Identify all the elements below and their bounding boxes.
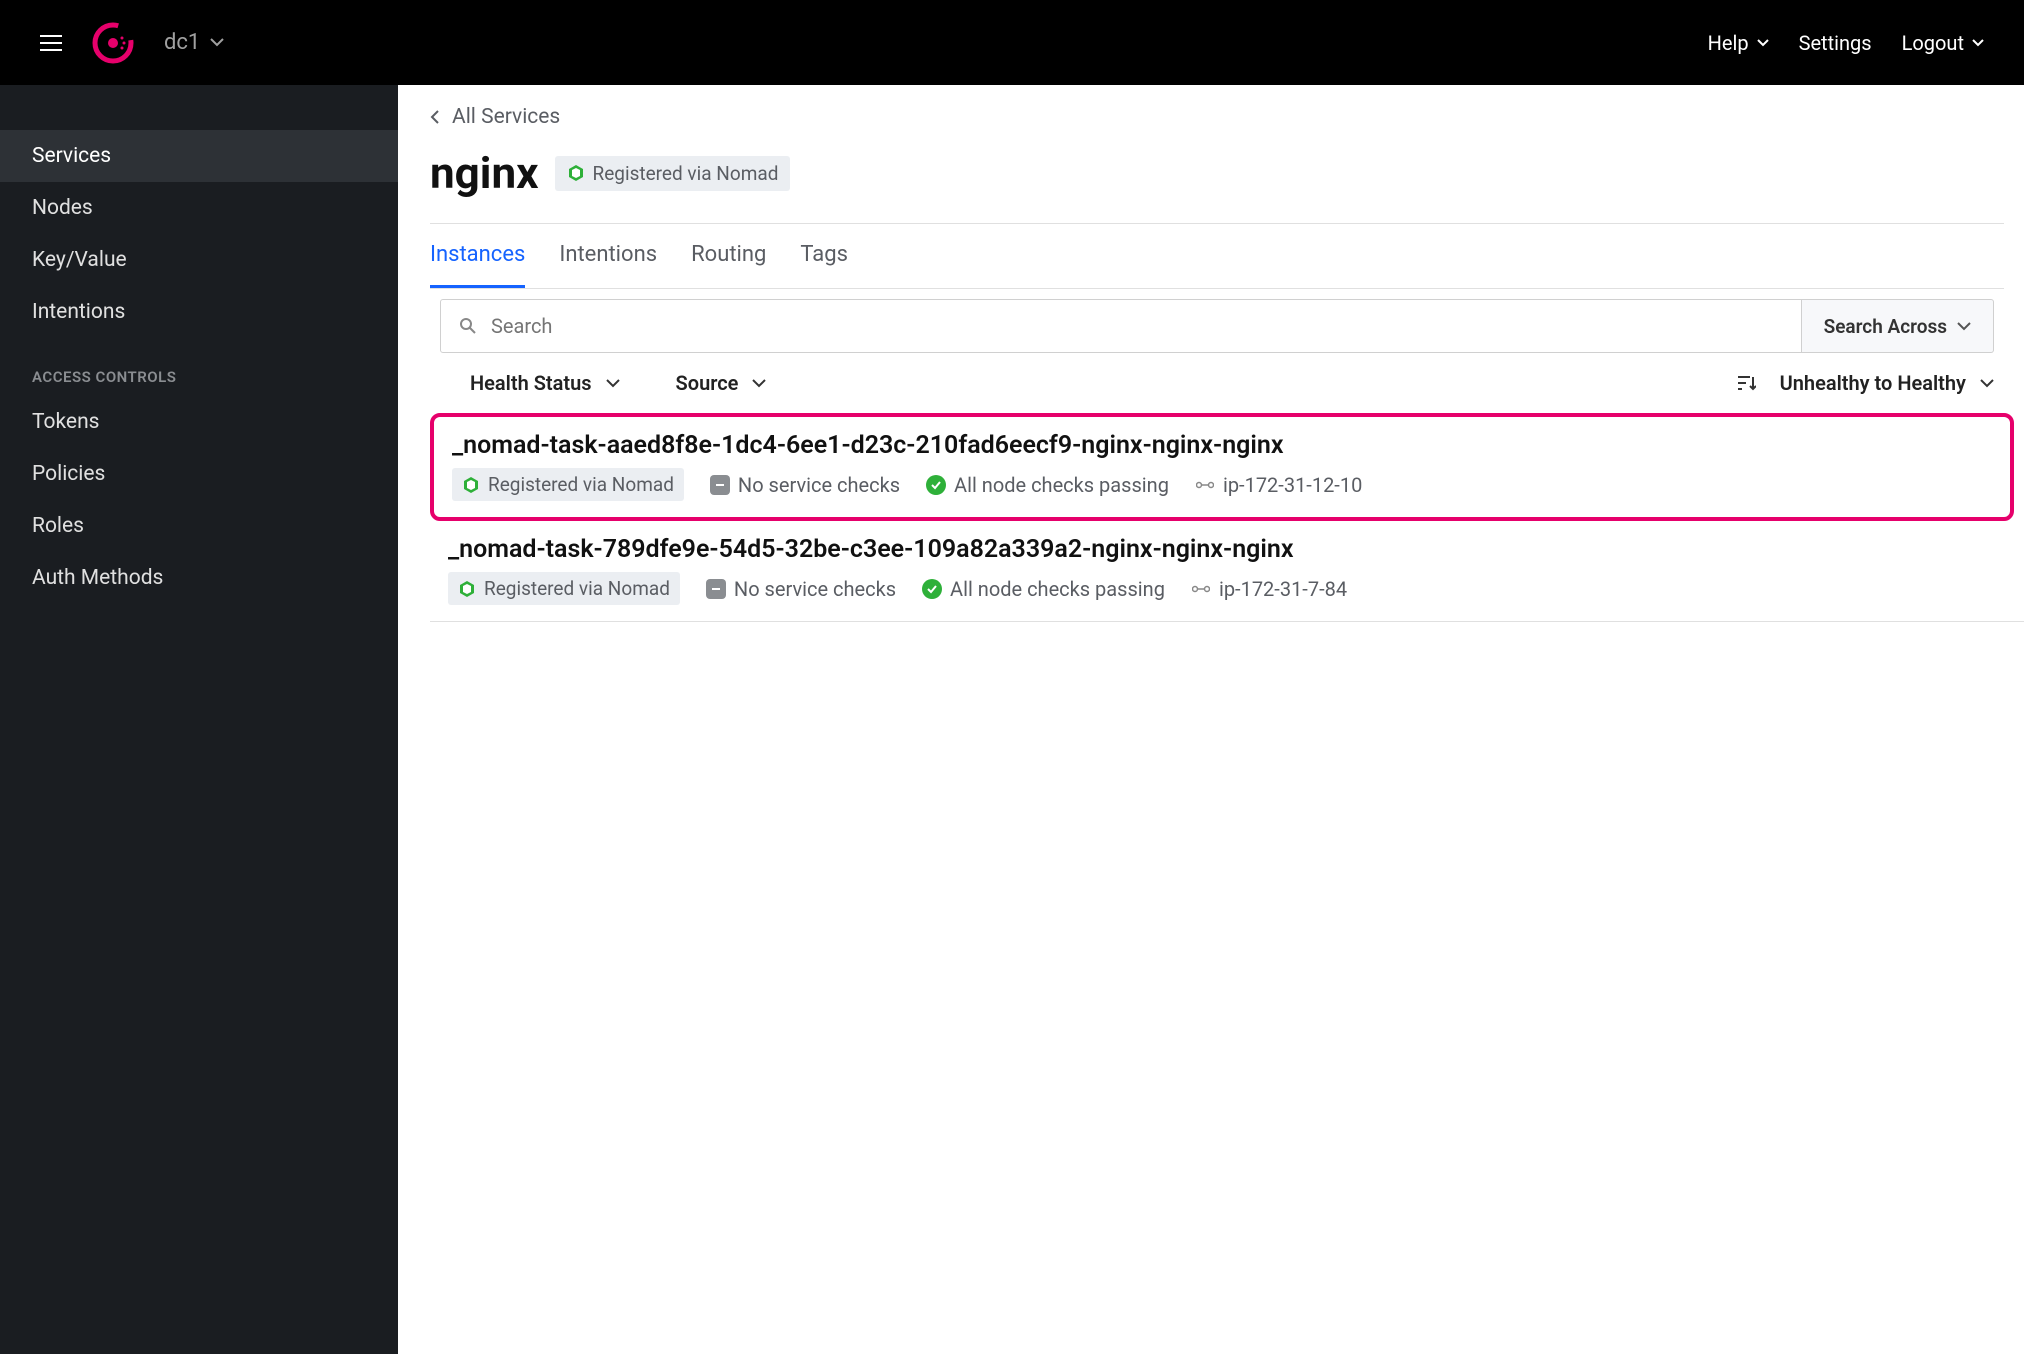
sidebar-item-policies[interactable]: Policies: [0, 448, 398, 500]
service-checks-status: No service checks: [706, 577, 896, 601]
filters-row: Health Status Source Unhealthy to H: [430, 353, 2024, 413]
sidebar-access-heading: ACCESS CONTROLS: [0, 338, 398, 396]
sidebar-item-key-value[interactable]: Key/Value: [0, 234, 398, 286]
service-checks-status: No service checks: [710, 473, 900, 497]
node-checks-status: All node checks passing: [922, 577, 1165, 601]
sort-icon[interactable]: [1736, 374, 1756, 392]
chevron-down-icon: [606, 379, 620, 388]
sidebar-item-tokens[interactable]: Tokens: [0, 396, 398, 448]
chevron-down-icon: [210, 38, 224, 47]
sidebar-item-intentions[interactable]: Intentions: [0, 286, 398, 338]
help-link[interactable]: Help: [1708, 31, 1769, 55]
tabs: Instances Intentions Routing Tags: [430, 224, 2004, 289]
registered-via-nomad-badge: Registered via Nomad: [555, 156, 791, 191]
chevron-down-icon: [1980, 379, 1994, 388]
sort-dropdown[interactable]: Unhealthy to Healthy: [1780, 371, 1994, 395]
sidebar: Services Nodes Key/Value Intentions ACCE…: [0, 85, 398, 1354]
search-input[interactable]: [491, 314, 1783, 338]
instance-row[interactable]: _nomad-task-789dfe9e-54d5-32be-c3ee-109a…: [430, 521, 2024, 622]
logout-link[interactable]: Logout: [1902, 31, 1984, 55]
sidebar-item-roles[interactable]: Roles: [0, 500, 398, 552]
breadcrumb-all-services[interactable]: All Services: [430, 105, 2024, 143]
topbar: dc1 Help Settings Logout: [0, 0, 2024, 85]
registered-via-nomad-badge: Registered via Nomad: [448, 572, 680, 605]
node-link[interactable]: ip-172-31-7-84: [1191, 577, 1347, 601]
filter-source[interactable]: Source: [676, 371, 767, 395]
node-icon: [1191, 579, 1211, 599]
instance-name: _nomad-task-aaed8f8e-1dc4-6ee1-d23c-210f…: [452, 431, 1992, 468]
sidebar-item-services[interactable]: Services: [0, 130, 398, 182]
consul-logo-icon: [92, 22, 134, 64]
chevron-left-icon: [430, 109, 440, 125]
nomad-icon: [458, 580, 476, 598]
menu-toggle-button[interactable]: [40, 35, 62, 51]
node-checks-status: All node checks passing: [926, 473, 1169, 497]
minus-icon: [706, 579, 726, 599]
node-link[interactable]: ip-172-31-12-10: [1195, 473, 1362, 497]
instance-name: _nomad-task-789dfe9e-54d5-32be-c3ee-109a…: [448, 535, 2006, 572]
settings-link[interactable]: Settings: [1799, 31, 1872, 55]
tab-tags[interactable]: Tags: [800, 242, 848, 288]
search-row: Search Across: [440, 299, 1994, 353]
chevron-down-icon: [1972, 39, 1984, 47]
search-icon: [459, 317, 477, 335]
minus-icon: [710, 475, 730, 495]
nomad-icon: [567, 164, 585, 182]
chevron-down-icon: [752, 379, 766, 388]
chevron-down-icon: [1957, 322, 1971, 331]
main-content: All Services nginx Registered via Nomad …: [398, 85, 2024, 1354]
title-row: nginx Registered via Nomad: [430, 143, 2004, 224]
registered-via-nomad-badge: Registered via Nomad: [452, 468, 684, 501]
tab-instances[interactable]: Instances: [430, 242, 525, 288]
nomad-icon: [462, 476, 480, 494]
sidebar-item-nodes[interactable]: Nodes: [0, 182, 398, 234]
check-circle-icon: [926, 475, 946, 495]
tab-intentions[interactable]: Intentions: [559, 242, 657, 288]
search-across-button[interactable]: Search Across: [1802, 299, 1994, 353]
filter-health-status[interactable]: Health Status: [470, 371, 620, 395]
check-circle-icon: [922, 579, 942, 599]
datacenter-label: dc1: [164, 30, 200, 55]
node-icon: [1195, 475, 1215, 495]
search-box[interactable]: [440, 299, 1802, 353]
chevron-down-icon: [1757, 39, 1769, 47]
instance-list: _nomad-task-aaed8f8e-1dc4-6ee1-d23c-210f…: [430, 413, 2024, 622]
page-title: nginx: [430, 147, 539, 199]
tab-routing[interactable]: Routing: [691, 242, 766, 288]
sidebar-item-auth-methods[interactable]: Auth Methods: [0, 552, 398, 604]
datacenter-selector[interactable]: dc1: [164, 30, 224, 55]
instance-row[interactable]: _nomad-task-aaed8f8e-1dc4-6ee1-d23c-210f…: [430, 413, 2014, 521]
